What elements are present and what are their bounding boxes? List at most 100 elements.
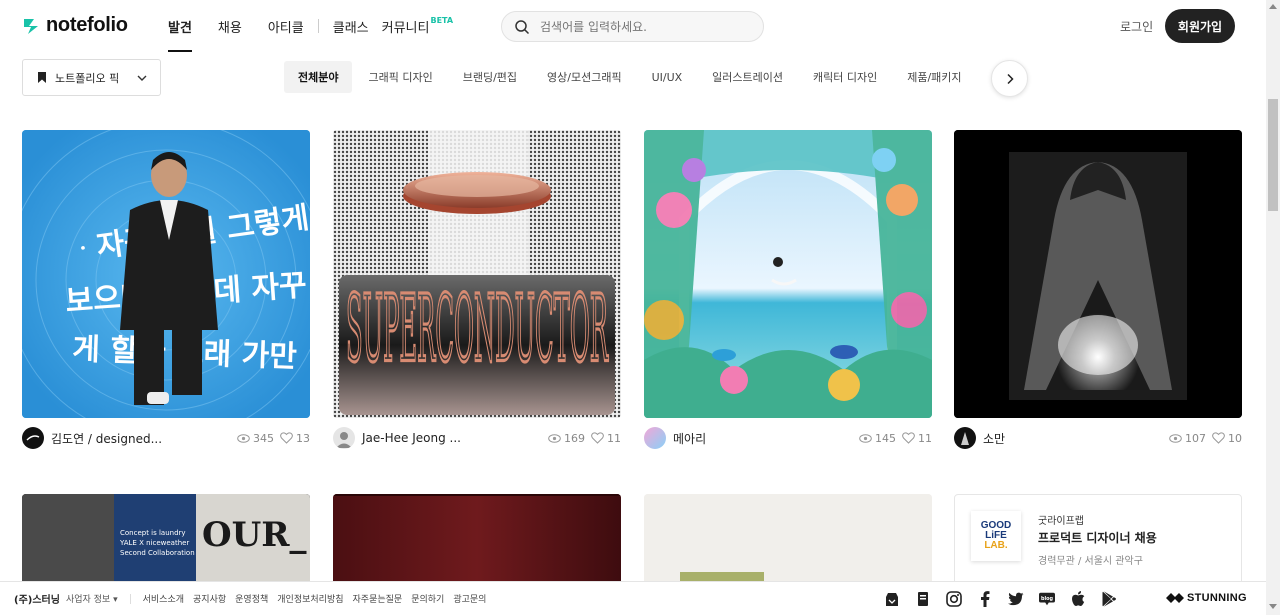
nav-label: 아티클 (267, 20, 304, 36)
signup-button[interactable]: 회원가입 (1165, 9, 1235, 43)
ad-company-name: 굿라이프랩 (1038, 516, 1084, 527)
twitter-icon[interactable] (1008, 591, 1024, 607)
google-play-icon[interactable] (1101, 591, 1117, 607)
search-bar[interactable] (501, 11, 764, 42)
project-card[interactable]: ᆞ자꾸만 뭘 그렇게 보으면 티는데 자꾸 게 할라 그래 가만 김도연 / d… (22, 130, 310, 449)
portrait-typography-artwork-icon: ᆞ자꾸만 뭘 그렇게 보으면 티는데 자꾸 게 할라 그래 가만 (22, 130, 310, 418)
ad-job-title[interactable]: 프로덕트 디자이너 채용 (1038, 529, 1157, 546)
project-thumbnail[interactable] (333, 494, 621, 584)
scroll-up-arrow-icon[interactable] (1269, 4, 1277, 9)
nav-label: 채용 (217, 20, 242, 36)
like-count: 11 (902, 432, 932, 445)
scrollbar-thumb[interactable] (1268, 99, 1278, 211)
project-meta: Jae-Hee Jeong ... 169 11 (333, 426, 621, 450)
nav-community[interactable]: 커뮤니티 BETA (382, 0, 453, 52)
like-count-value: 13 (296, 431, 310, 445)
like-count-value: 11 (607, 431, 621, 445)
author-name[interactable]: 김도연 / designed... (51, 430, 162, 447)
footer-link-contact[interactable]: 문의하기 (411, 592, 444, 605)
notefolio-logo[interactable]: notefolio (22, 14, 128, 37)
category-next-button[interactable] (991, 60, 1028, 97)
project-thumbnail[interactable] (644, 494, 932, 584)
stunning-logo[interactable]: STUNNING (1166, 592, 1247, 604)
view-count: 145 (859, 432, 896, 445)
nav-divider (317, 19, 319, 33)
apple-icon[interactable] (1070, 591, 1086, 607)
facebook-icon[interactable] (977, 591, 993, 607)
footer-link-ads[interactable]: 광고문의 (453, 592, 486, 605)
eye-icon (548, 433, 561, 443)
project-card[interactable]: 메아리 145 11 (644, 130, 932, 449)
avatar[interactable] (333, 427, 355, 449)
avatar[interactable] (22, 427, 44, 449)
job-ad-card[interactable]: GOOD LiFE LAB. 굿라이프랩 프로덕트 디자이너 채용 경력무관 /… (954, 494, 1242, 594)
like-count: 10 (1212, 432, 1242, 445)
project-thumbnail[interactable] (954, 130, 1242, 418)
store-icon[interactable] (884, 591, 900, 607)
notefolio-logo-icon (24, 18, 38, 34)
blog-icon[interactable]: blog (1039, 591, 1055, 607)
category-tab-uiux[interactable]: UI/UX (638, 61, 697, 93)
author-name[interactable]: 소만 (983, 430, 1005, 447)
instagram-icon[interactable] (946, 591, 962, 607)
notefolio-picks-dropdown[interactable]: 노트폴리오 픽 (22, 59, 161, 96)
superconductor-typography-artwork-icon: SUPERCONDUCTOR (333, 130, 621, 418)
category-tab-graphic[interactable]: 그래픽 디자인 (354, 61, 446, 93)
footer-divider (129, 593, 131, 604)
scroll-down-arrow-icon[interactable] (1269, 604, 1277, 609)
nav-classes[interactable]: 클래스 (333, 0, 369, 52)
project-thumbnail[interactable]: OUR_ Concept is laundry YALE X niceweath… (22, 494, 310, 584)
nav-jobs[interactable]: 채용 (218, 0, 242, 52)
category-tab-motion[interactable]: 영상/모션그래픽 (533, 61, 636, 93)
business-info-dropdown[interactable]: 사업자 정보 ▾ (66, 592, 118, 605)
category-tab-character[interactable]: 캐릭터 디자인 (799, 61, 891, 93)
footer-link-privacy[interactable]: 개인정보처리방침 (277, 592, 343, 605)
view-count-value: 169 (564, 431, 585, 445)
ad-job-details: 경력무관 / 서울시 관악구 (1038, 556, 1143, 567)
author-name[interactable]: Jae-Hee Jeong ... (362, 431, 461, 445)
footer-link-policy[interactable]: 운영정책 (235, 592, 268, 605)
eye-icon (1169, 433, 1182, 443)
project-card[interactable]: SUPERCONDUCTOR Jae-Hee Jeong ... 169 11 (333, 130, 621, 449)
top-header: notefolio 발견 채용 아티클 클래스 커뮤니티 BETA 로그인 회원… (0, 0, 1266, 52)
login-link[interactable]: 로그인 (1120, 18, 1153, 35)
heart-icon (902, 432, 915, 444)
footer-link-notice[interactable]: 공지사항 (193, 592, 226, 605)
footer-link-faq[interactable]: 자주묻는질문 (353, 592, 403, 605)
search-icon (515, 19, 530, 34)
heart-icon (1212, 432, 1225, 444)
category-tab-illustration[interactable]: 일러스트레이션 (698, 61, 797, 93)
view-count-value: 345 (253, 431, 274, 445)
footer-link-about[interactable]: 서비스소개 (143, 592, 184, 605)
svg-text:OUR_: OUR_ (202, 515, 307, 555)
caption-line: YALE X niceweather (120, 539, 190, 547)
svg-text:blog: blog (1041, 596, 1054, 602)
author-name[interactable]: 메아리 (673, 430, 706, 447)
project-card[interactable]: 소만 107 10 (954, 130, 1242, 449)
company-logo: GOOD LiFE LAB. (971, 511, 1021, 561)
avatar[interactable] (954, 427, 976, 449)
picks-label: 노트폴리오 픽 (55, 71, 120, 85)
view-count-value: 107 (1185, 431, 1206, 445)
page-scrollbar[interactable] (1266, 0, 1280, 615)
category-tab-all[interactable]: 전체분야 (284, 61, 353, 93)
view-count: 345 (237, 432, 274, 445)
chevron-right-icon (1006, 73, 1014, 84)
heart-icon (591, 432, 604, 444)
search-input[interactable] (540, 19, 740, 34)
avatar[interactable] (644, 427, 666, 449)
like-count-value: 11 (918, 431, 932, 445)
category-tabs: 전체분야 그래픽 디자인 브랜딩/편집 영상/모션그래픽 UI/UX 일러스트레… (284, 61, 978, 93)
dark-red-curtain-artwork-icon (333, 494, 621, 584)
heart-icon (280, 432, 293, 444)
project-thumbnail[interactable]: SUPERCONDUCTOR (333, 130, 621, 418)
notebook-icon[interactable] (915, 591, 931, 607)
nav-label: 발견 (168, 20, 192, 36)
nav-articles[interactable]: 아티클 (268, 0, 304, 52)
project-thumbnail[interactable]: ᆞ자꾸만 뭘 그렇게 보으면 티는데 자꾸 게 할라 그래 가만 (22, 130, 310, 418)
project-thumbnail[interactable] (644, 130, 932, 418)
chevron-down-icon (137, 75, 147, 81)
eye-icon (237, 433, 250, 443)
nav-discover[interactable]: 발견 (168, 0, 192, 52)
category-tab-branding[interactable]: 브랜딩/편집 (449, 61, 531, 93)
